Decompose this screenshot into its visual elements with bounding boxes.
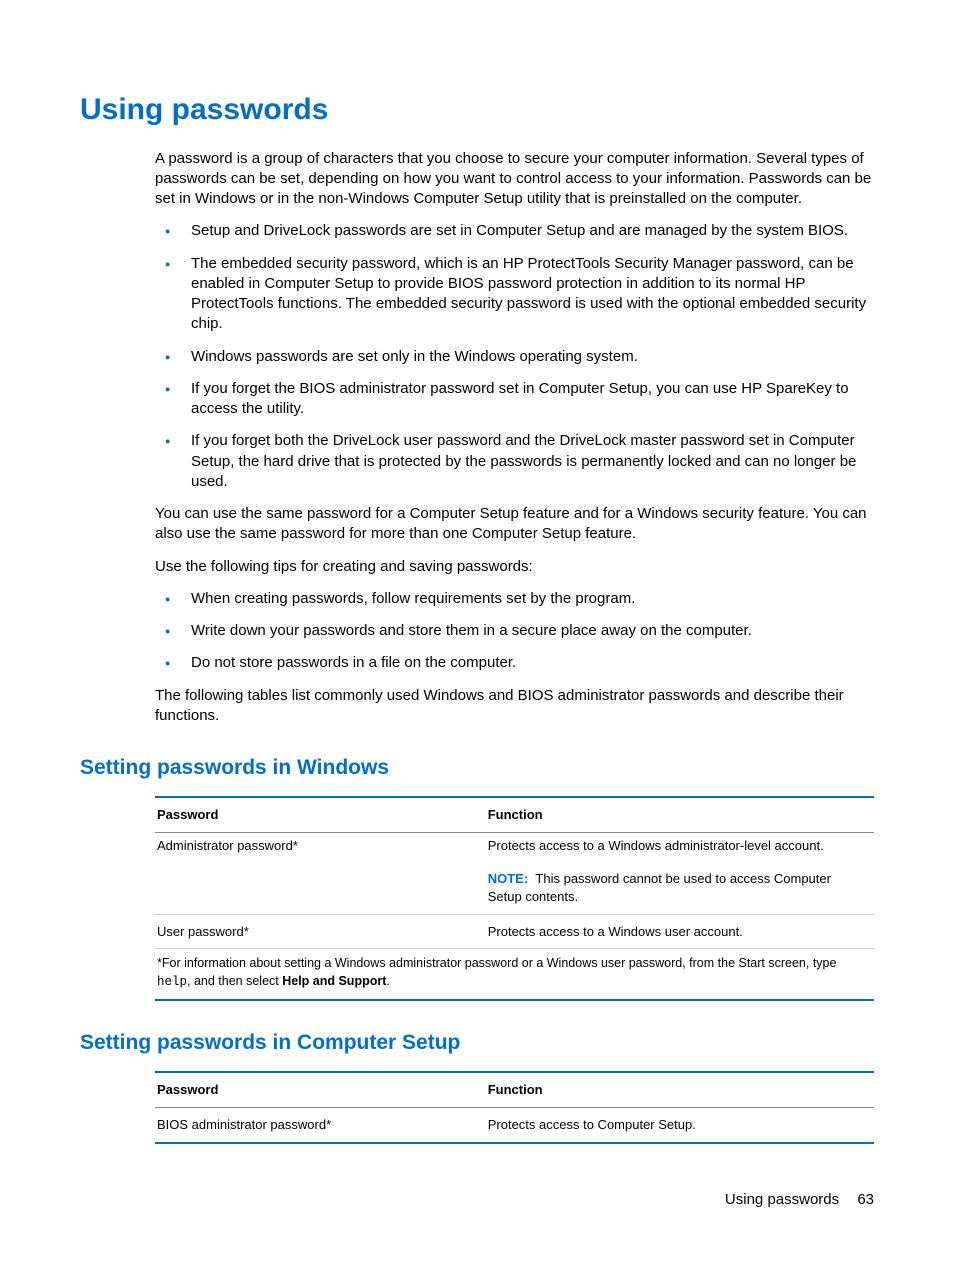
- list-item: Windows passwords are set only in the Wi…: [155, 347, 874, 367]
- table-footnote-row: *For information about setting a Windows…: [155, 949, 874, 1001]
- table-row: NOTE: This password cannot be used to ac…: [155, 862, 874, 914]
- cell-empty: [155, 862, 486, 914]
- cell-function: Protects access to a Windows user accoun…: [486, 914, 874, 949]
- page-heading: Using passwords: [80, 90, 874, 131]
- list-item: If you forget both the DriveLock user pa…: [155, 431, 874, 492]
- windows-passwords-table: Password Function Administrator password…: [155, 796, 874, 1001]
- paragraph: The following tables list commonly used …: [155, 686, 874, 727]
- footnote-text-a: *For information about setting a Windows…: [157, 956, 836, 970]
- footnote-text-b: , and then select: [187, 974, 282, 988]
- paragraph: You can use the same password for a Comp…: [155, 504, 874, 545]
- cell-password: User password*: [155, 914, 486, 949]
- paragraph: Use the following tips for creating and …: [155, 557, 874, 577]
- footer-section-name: Using passwords: [725, 1191, 839, 1208]
- footnote-bold: Help and Support: [282, 974, 386, 988]
- windows-table-block: Password Function Administrator password…: [155, 796, 874, 1001]
- cell-note: NOTE: This password cannot be used to ac…: [486, 862, 874, 914]
- list-item: Do not store passwords in a file on the …: [155, 653, 874, 673]
- bullet-list-1: Setup and DriveLock passwords are set in…: [155, 221, 874, 492]
- page-footer: Using passwords 63: [725, 1190, 874, 1210]
- cell-password: Administrator password*: [155, 832, 486, 862]
- list-item: When creating passwords, follow requirem…: [155, 589, 874, 609]
- cell-password: BIOS administrator password*: [155, 1107, 486, 1142]
- footnote-cell: *For information about setting a Windows…: [155, 949, 874, 1001]
- cs-table-block: Password Function BIOS administrator pas…: [155, 1071, 874, 1143]
- note-text: This password cannot be used to access C…: [488, 871, 831, 904]
- list-item: If you forget the BIOS administrator pas…: [155, 379, 874, 420]
- cell-function: Protects access to Computer Setup.: [486, 1107, 874, 1142]
- table-header-function: Function: [486, 1072, 874, 1107]
- table-row: Administrator password* Protects access …: [155, 832, 874, 862]
- footnote-text-c: .: [386, 974, 389, 988]
- table-header-password: Password: [155, 797, 486, 832]
- table-row: User password* Protects access to a Wind…: [155, 914, 874, 949]
- note-label: NOTE:: [488, 871, 528, 886]
- page-number: 63: [857, 1191, 874, 1208]
- list-item: Setup and DriveLock passwords are set in…: [155, 221, 874, 241]
- computer-setup-passwords-table: Password Function BIOS administrator pas…: [155, 1071, 874, 1143]
- list-item: The embedded security password, which is…: [155, 254, 874, 335]
- content-block: A password is a group of characters that…: [155, 149, 874, 727]
- table-header-password: Password: [155, 1072, 486, 1107]
- list-item: Write down your passwords and store them…: [155, 621, 874, 641]
- section-heading-windows: Setting passwords in Windows: [80, 754, 874, 782]
- table-row: BIOS administrator password* Protects ac…: [155, 1107, 874, 1142]
- bullet-list-2: When creating passwords, follow requirem…: [155, 589, 874, 674]
- cell-function: Protects access to a Windows administrat…: [486, 832, 874, 862]
- footnote-code: help: [157, 975, 187, 989]
- section-heading-computer-setup: Setting passwords in Computer Setup: [80, 1029, 874, 1057]
- intro-paragraph: A password is a group of characters that…: [155, 149, 874, 210]
- table-header-function: Function: [486, 797, 874, 832]
